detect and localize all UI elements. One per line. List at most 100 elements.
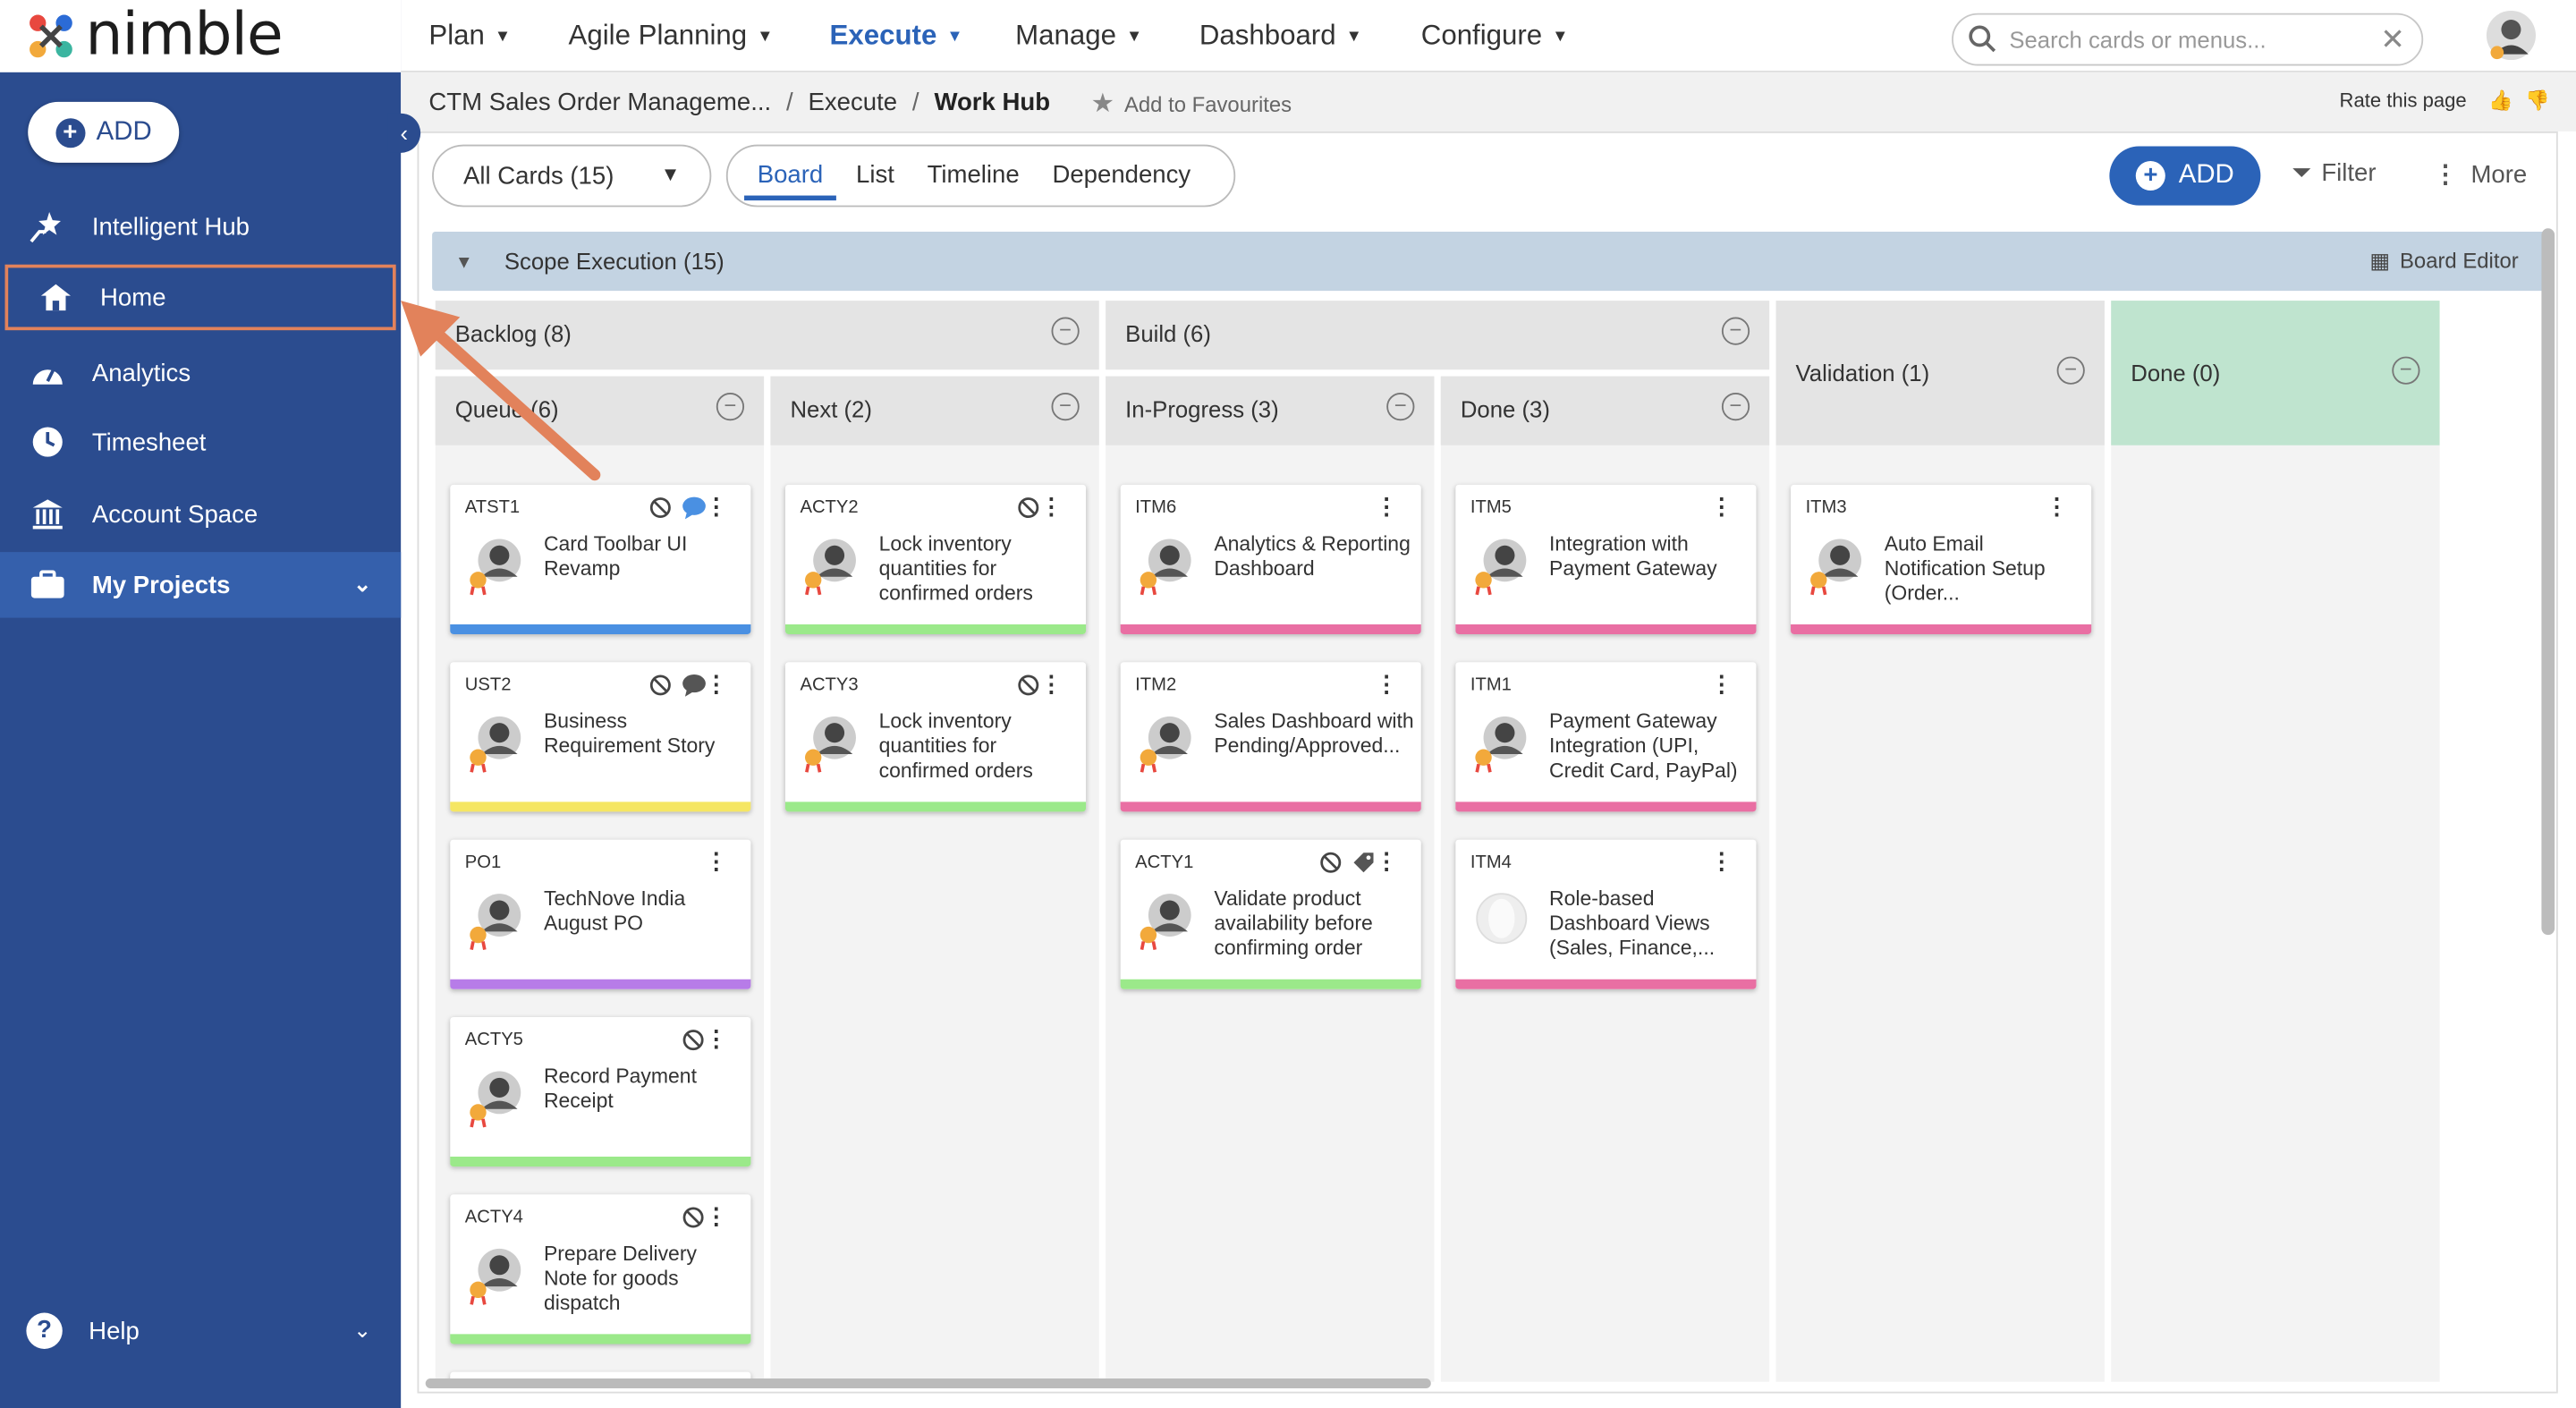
collapse-circle-icon[interactable]: − xyxy=(2056,356,2085,385)
collapse-circle-icon[interactable]: − xyxy=(1721,392,1750,421)
card[interactable]: ITM4 ⋮ Role-based Dashboard Views (Sales… xyxy=(1455,839,1757,989)
card[interactable]: ITM2 ⋮ Sales Dashboard with Pending/Appr… xyxy=(1120,662,1421,812)
card[interactable]: ACTY4 ⋮ Prepare Delivery Note for goods … xyxy=(450,1194,751,1344)
assignee-avatar xyxy=(470,1071,521,1128)
tab-list[interactable]: List xyxy=(856,145,894,208)
blocked-icon[interactable] xyxy=(649,674,673,697)
card[interactable]: ACTY3 ⋮ Lock inventory quantities for co… xyxy=(784,662,1087,812)
column-title: Done (3) xyxy=(1460,395,1550,423)
column-done xyxy=(2111,301,2440,1382)
nav-plan[interactable]: Plan ▼ xyxy=(428,20,511,53)
assignee-avatar xyxy=(470,1248,521,1305)
blocked-icon[interactable] xyxy=(649,496,673,520)
collapse-sidebar-icon[interactable]: ‹ xyxy=(387,113,421,153)
card[interactable]: ATST1 ⋮ Card Toolbar UI Revamp xyxy=(450,484,751,634)
board-editor-button[interactable]: ▦ Board Editor xyxy=(2369,248,2518,274)
card-menu-icon[interactable]: ⋮ xyxy=(2046,495,2069,518)
nav-manage[interactable]: Manage ▼ xyxy=(1015,20,1142,53)
filter-button[interactable]: ⏷ Filter xyxy=(2292,159,2376,187)
card[interactable]: PO1 ⋮ TechNove India August PO xyxy=(450,839,751,989)
chevron-down-icon[interactable]: ⌄ xyxy=(353,1318,371,1344)
card-menu-icon[interactable]: ⋮ xyxy=(705,850,728,873)
nav-configure[interactable]: Configure ▼ xyxy=(1421,20,1569,53)
card[interactable]: ITM1 ⋮ Payment Gateway Integration (UPI,… xyxy=(1455,662,1757,812)
card-menu-icon[interactable]: ⋮ xyxy=(1710,672,1733,695)
cards-filter-select[interactable]: All Cards (15) ▼ xyxy=(432,144,712,208)
card[interactable]: ACTY1 ⋮ Validate product availability be… xyxy=(1120,839,1421,989)
card[interactable]: ACTY5 ⋮ Record Payment Receipt xyxy=(450,1016,751,1167)
caret-down-icon: ▼ xyxy=(1345,28,1362,47)
collapse-triangle-icon[interactable]: ▼ xyxy=(455,253,473,273)
caret-down-icon: ▼ xyxy=(757,28,774,47)
tab-dependency[interactable]: Dependency xyxy=(1052,145,1191,208)
tag-icon[interactable] xyxy=(1352,851,1376,874)
blocked-icon[interactable] xyxy=(1017,496,1040,520)
user-avatar[interactable] xyxy=(2484,8,2538,63)
sidebar-item-help[interactable]: ? Help ⌄ xyxy=(0,1298,401,1363)
collapse-circle-icon[interactable]: − xyxy=(1386,392,1415,421)
add-to-favourites-button[interactable]: ★ Add to Favourites xyxy=(1091,87,1292,120)
sidebar-item-my-projects[interactable]: My Projects ⌄ xyxy=(0,552,402,618)
nav-label: Manage xyxy=(1015,20,1116,51)
sidebar-item-analytics[interactable]: Analytics xyxy=(0,340,401,405)
card-color-bar xyxy=(1455,979,1757,989)
card-menu-icon[interactable]: ⋮ xyxy=(1710,495,1733,518)
collapse-circle-icon[interactable]: − xyxy=(1051,317,1080,345)
card[interactable]: ITM6 ⋮ Analytics & Reporting Dashboard xyxy=(1120,484,1421,634)
horizontal-scrollbar[interactable] xyxy=(425,1378,1431,1389)
card-menu-icon[interactable]: ⋮ xyxy=(1040,495,1063,518)
more-button[interactable]: ⋮ More xyxy=(2433,159,2527,189)
breadcrumb-section[interactable]: Execute xyxy=(809,89,898,116)
card-title: Prepare Delivery Note for goods dispatch xyxy=(543,1242,697,1315)
thumbs-up-icon[interactable]: 👍 xyxy=(2488,89,2512,112)
tab-timeline[interactable]: Timeline xyxy=(928,145,1020,208)
logo[interactable]: nimble xyxy=(0,0,402,72)
card-menu-icon[interactable]: ⋮ xyxy=(1375,672,1398,695)
comment-icon[interactable] xyxy=(682,674,706,697)
breadcrumb-project[interactable]: CTM Sales Order Manageme... xyxy=(428,89,771,116)
nav-execute[interactable]: Execute ▼ xyxy=(830,20,963,53)
tab-board[interactable]: Board xyxy=(744,145,837,208)
clear-search-icon[interactable]: ✕ xyxy=(2380,22,2405,57)
card-title: Sales Dashboard with Pending/Approved... xyxy=(1214,709,1414,758)
sidebar-item-account-space[interactable]: Account Space xyxy=(0,481,401,547)
collapse-circle-icon[interactable]: − xyxy=(1721,317,1750,345)
card-menu-icon[interactable]: ⋮ xyxy=(1375,850,1398,873)
sidebar-item-intelligent-hub[interactable]: Intelligent Hub xyxy=(0,194,401,259)
comment-icon[interactable] xyxy=(682,496,706,520)
collapse-circle-icon[interactable]: − xyxy=(1051,392,1080,421)
card[interactable]: ITM3 ⋮ Auto Email Notification Setup (Or… xyxy=(1791,484,2092,634)
nav-dashboard[interactable]: Dashboard ▼ xyxy=(1199,20,1362,53)
card-title: Analytics & Reporting Dashboard xyxy=(1214,532,1411,581)
sidebar-item-label: My Projects xyxy=(91,571,231,599)
search-input[interactable]: Search cards or menus... ✕ xyxy=(1952,13,2424,66)
sidebar-item-label: Intelligent Hub xyxy=(91,212,250,242)
collapse-circle-icon[interactable]: − xyxy=(716,392,745,421)
card-menu-icon[interactable]: ⋮ xyxy=(705,495,728,518)
card-menu-icon[interactable]: ⋮ xyxy=(1710,850,1733,873)
collapse-circle-icon[interactable]: − xyxy=(2392,356,2420,385)
card[interactable]: UST2 ⋮ Business Requirement Story xyxy=(450,662,751,812)
nav-agile-planning[interactable]: Agile Planning ▼ xyxy=(569,20,774,53)
add-card-button[interactable]: + ADD xyxy=(2109,146,2261,206)
card-menu-icon[interactable]: ⋮ xyxy=(1375,495,1398,518)
sidebar-item-timesheet[interactable]: Timesheet xyxy=(0,409,401,474)
card-menu-icon[interactable]: ⋮ xyxy=(705,1027,728,1050)
swimlane-title: Scope Execution (15) xyxy=(504,248,724,275)
swimlane-header[interactable]: ▼ Scope Execution (15) ▦ Board Editor xyxy=(432,231,2546,292)
card[interactable]: ITM5 ⋮ Integration with Payment Gateway xyxy=(1455,484,1757,634)
sidebar-item-home[interactable]: Home xyxy=(4,264,396,331)
blocked-icon[interactable] xyxy=(682,1029,705,1052)
help-icon: ? xyxy=(26,1312,63,1349)
chevron-down-icon[interactable]: ⌄ xyxy=(353,572,371,598)
blocked-icon[interactable] xyxy=(1319,851,1343,874)
card[interactable]: ACTY2 ⋮ Lock inventory quantities for co… xyxy=(784,484,1087,634)
thumbs-down-icon[interactable]: 👎 xyxy=(2525,89,2549,112)
card-menu-icon[interactable]: ⋮ xyxy=(1040,672,1063,695)
sidebar-add-button[interactable]: + ADD xyxy=(28,101,180,163)
blocked-icon[interactable] xyxy=(1017,674,1040,697)
card-menu-icon[interactable]: ⋮ xyxy=(705,672,728,695)
blocked-icon[interactable] xyxy=(682,1206,705,1229)
card-menu-icon[interactable]: ⋮ xyxy=(705,1204,728,1227)
vertical-scrollbar[interactable] xyxy=(2541,228,2555,936)
